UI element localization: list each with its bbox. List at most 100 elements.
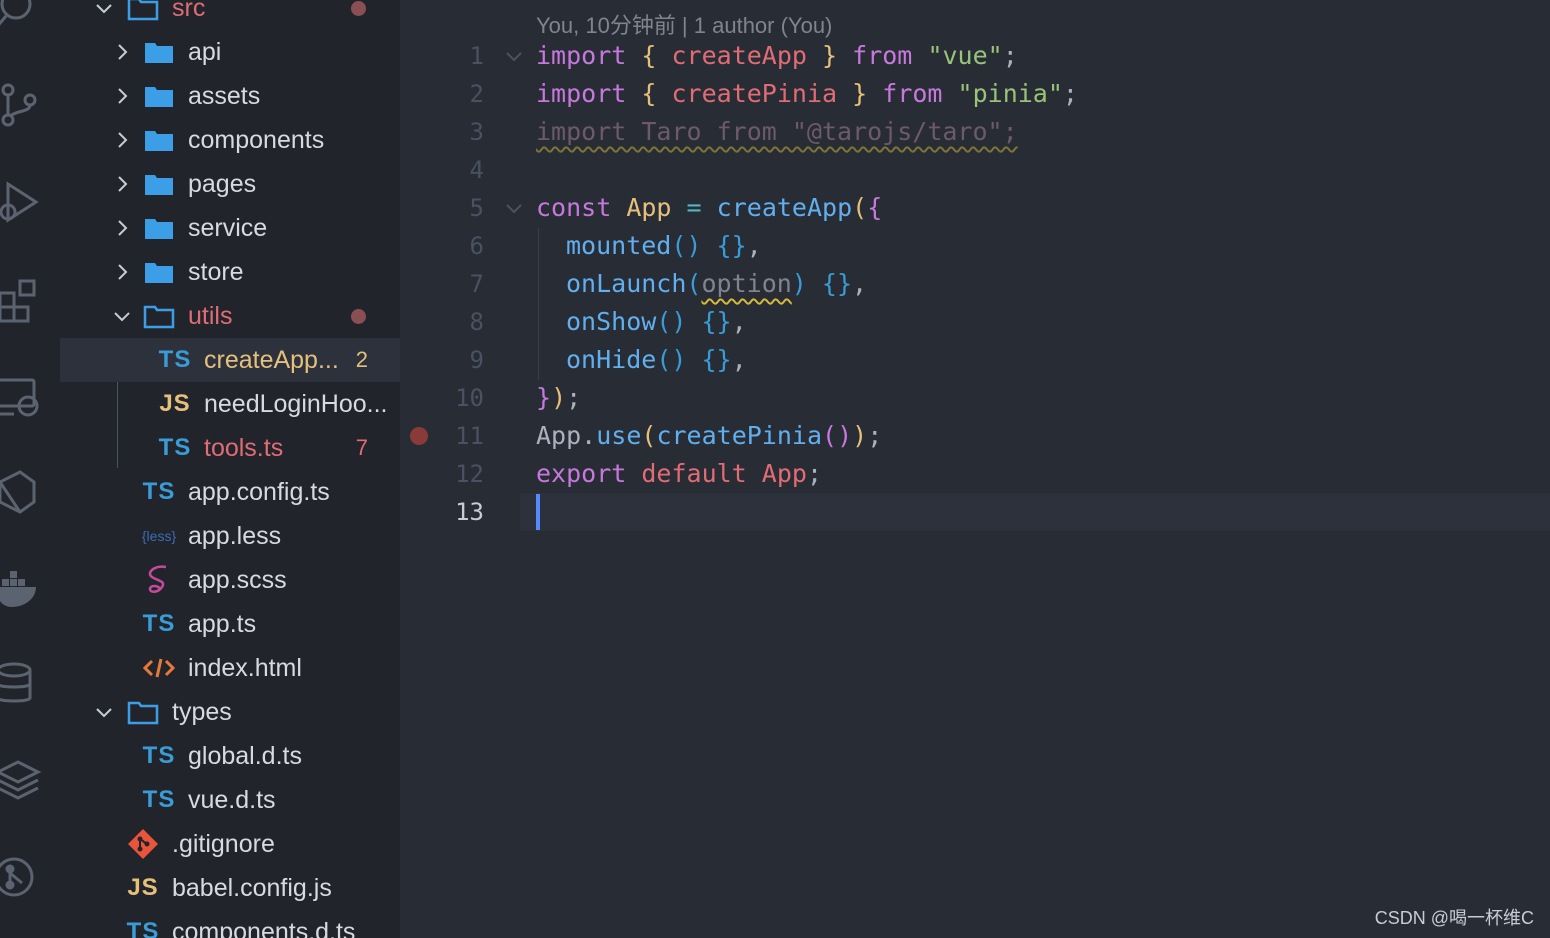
line-number: 9: [469, 346, 484, 374]
tree-file-vue-d-ts[interactable]: TS vue.d.ts: [60, 778, 400, 822]
tree-file-gitignore[interactable]: .gitignore: [60, 822, 400, 866]
tree-item-label: types: [172, 698, 232, 726]
token: mounted: [566, 231, 672, 260]
code-line: onLaunch(option) {},: [566, 265, 867, 303]
tree-folder-assets[interactable]: assets: [60, 74, 400, 118]
tree-folder-src[interactable]: src: [60, 0, 400, 30]
chevron-right-icon: [112, 218, 132, 238]
typescript-file-icon: TS: [142, 610, 176, 637]
file-explorer: src api assets components pages service …: [60, 0, 400, 938]
tree-item-label: src: [172, 0, 206, 22]
tree-folder-service[interactable]: service: [60, 206, 400, 250]
tree-file-components-d-ts[interactable]: TS components.d.ts: [60, 910, 400, 938]
token: createPinia: [656, 421, 823, 450]
chevron-right-icon: [112, 130, 132, 150]
tree-file-babel-config[interactable]: JS babel.config.js: [60, 866, 400, 910]
remote-explorer-icon[interactable]: [0, 372, 42, 420]
token: {: [641, 41, 657, 70]
token: createApp: [716, 193, 853, 222]
tree-file-global-d-ts[interactable]: TS global.d.ts: [60, 734, 400, 778]
folder-icon: [142, 257, 176, 287]
fold-chevron-icon[interactable]: [504, 46, 524, 66]
tree-file-needloginhook[interactable]: JS needLoginHoo...: [60, 382, 400, 426]
token: =: [686, 193, 702, 222]
tree-file-tools[interactable]: TS tools.ts 7: [60, 426, 400, 470]
token: App: [536, 421, 582, 450]
vscode-icon[interactable]: [0, 468, 42, 516]
code-line: mounted() {},: [566, 227, 762, 265]
current-line-highlight: [520, 493, 1550, 531]
folder-open-icon: [126, 0, 160, 23]
line-number: 8: [469, 308, 484, 336]
chevron-right-icon: [112, 174, 132, 194]
token: default: [641, 459, 747, 488]
database-icon[interactable]: [0, 660, 42, 708]
line-number: 6: [469, 232, 484, 260]
tree-file-app-scss[interactable]: app.scss: [60, 558, 400, 602]
search-icon[interactable]: [0, 0, 42, 34]
tree-item-label: babel.config.js: [172, 874, 332, 902]
token: onShow: [566, 307, 657, 336]
layers-icon[interactable]: [0, 756, 42, 804]
token: (): [656, 307, 687, 336]
tree-item-label: needLoginHoo...: [204, 390, 388, 418]
tree-item-label: index.html: [188, 654, 302, 682]
line-number: 4: [469, 156, 484, 184]
tree-item-label: store: [188, 258, 244, 286]
line-number: 1: [469, 42, 484, 70]
token: }: [822, 41, 838, 70]
token: option: [701, 269, 792, 298]
token: ): [551, 383, 567, 412]
token: export: [536, 459, 627, 488]
token: import: [536, 41, 627, 70]
tree-folder-types[interactable]: types: [60, 690, 400, 734]
line-number: 11: [455, 422, 484, 450]
tree-item-label: components.d.ts: [172, 918, 356, 938]
source-control-icon[interactable]: [0, 80, 42, 128]
tree-item-label: app.ts: [188, 610, 257, 638]
less-file-icon: {less}: [141, 528, 177, 544]
tree-folder-store[interactable]: store: [60, 250, 400, 294]
token: const: [536, 193, 612, 222]
tree-folder-pages[interactable]: pages: [60, 162, 400, 206]
tree-file-app-ts[interactable]: TS app.ts: [60, 602, 400, 646]
line-number: 7: [469, 270, 484, 298]
code-line: });: [536, 379, 581, 417]
token: ;: [566, 383, 582, 412]
fold-chevron-icon[interactable]: [504, 198, 524, 218]
chevron-down-icon: [112, 306, 132, 326]
run-debug-icon[interactable]: [0, 178, 42, 226]
docker-icon[interactable]: [0, 565, 42, 613]
tree-item-label: app.config.ts: [188, 478, 330, 506]
token: ,: [746, 231, 762, 260]
tree-item-label: components: [188, 126, 325, 154]
typescript-file-icon: TS: [158, 434, 192, 461]
token: use: [596, 421, 642, 450]
tree-folder-components[interactable]: components: [60, 118, 400, 162]
typescript-file-icon: TS: [158, 346, 192, 373]
git-graph-icon[interactable]: [0, 853, 42, 901]
token: ,: [852, 269, 868, 298]
tree-item-label: app.scss: [188, 566, 287, 594]
line-number: 10: [455, 384, 484, 412]
line-number: 3: [469, 118, 484, 146]
problem-count-badge: 7: [355, 435, 368, 460]
breakpoint-icon[interactable]: [410, 427, 428, 445]
typescript-file-icon: TS: [126, 918, 160, 938]
tree-file-app-less[interactable]: {less} app.less: [60, 514, 400, 558]
modified-dot: [351, 308, 366, 324]
code-editor[interactable]: You, 10分钟前 | 1 author (You) 1 2 3 4 5 6 …: [400, 0, 1550, 938]
tree-item-label: pages: [188, 170, 257, 198]
tree-file-createapp[interactable]: TS createApp... 2: [60, 338, 400, 382]
tree-folder-utils[interactable]: utils: [60, 294, 400, 338]
tree-file-index-html[interactable]: index.html: [60, 646, 400, 690]
token: onLaunch: [566, 269, 687, 298]
extensions-icon[interactable]: [0, 275, 42, 323]
tree-item-label: createApp...: [204, 346, 339, 374]
tree-folder-api[interactable]: api: [60, 30, 400, 74]
tree-file-app-config[interactable]: TS app.config.ts: [60, 470, 400, 514]
git-blame-annotation[interactable]: You, 10分钟前 | 1 author (You): [536, 8, 832, 40]
code-line: const App = createApp({: [536, 189, 882, 227]
tree-item-label: .gitignore: [172, 830, 275, 858]
code-line: onShow() {},: [566, 303, 747, 341]
